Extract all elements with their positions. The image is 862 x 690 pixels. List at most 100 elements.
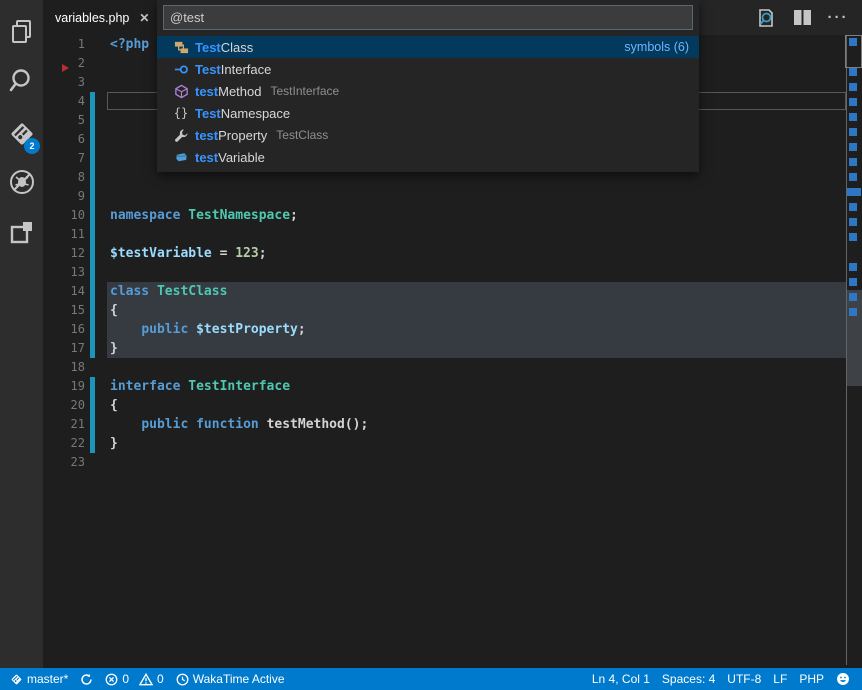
wakatime-label: WakaTime Active [193, 672, 285, 686]
code-line-16[interactable]: 16 public $testProperty; [43, 320, 846, 339]
line-number: 18 [43, 358, 85, 377]
indentation-item[interactable]: Spaces: 4 [656, 668, 721, 690]
code-line-10[interactable]: 10namespace TestNamespace; [43, 206, 846, 225]
language-mode-item[interactable]: PHP [793, 668, 830, 690]
ruler-modified-mark [849, 128, 857, 136]
line-number: 3 [43, 73, 85, 92]
code-line-11[interactable]: 11 [43, 225, 846, 244]
debug-icon[interactable] [0, 162, 43, 202]
code-line-9[interactable]: 9 [43, 187, 846, 206]
ruler-modified-mark [849, 173, 857, 181]
symbol-name: testProperty [195, 128, 267, 143]
code-line-20[interactable]: 20{ [43, 396, 846, 415]
sync-button[interactable] [74, 668, 99, 690]
ruler-modified-mark [849, 83, 857, 91]
symbol-row-testproperty[interactable]: testProperty TestClass [157, 124, 699, 146]
line-number: 10 [43, 206, 85, 225]
code-line-13[interactable]: 13 [43, 263, 846, 282]
split-editor-icon[interactable] [792, 8, 812, 28]
code-text: <?php [110, 35, 149, 54]
symbol-row-testclass[interactable]: TestClasssymbols (6) [157, 36, 699, 58]
feedback-item[interactable] [830, 668, 856, 690]
code-line-14[interactable]: 14class TestClass [43, 282, 846, 301]
encoding-item[interactable]: UTF-8 [721, 668, 767, 690]
line-number: 15 [43, 301, 85, 320]
more-actions-icon[interactable]: ··· [828, 8, 848, 28]
git-modified-gutter [90, 396, 95, 415]
interface-symbol-icon [173, 61, 189, 77]
code-text: $testVariable = 123; [110, 244, 267, 263]
quick-open-input-box [163, 5, 693, 30]
extensions-icon[interactable] [0, 212, 43, 252]
git-modified-gutter [90, 187, 95, 206]
git-branch-icon [10, 673, 23, 686]
git-modified-gutter [90, 339, 95, 358]
symbol-row-testmethod[interactable]: testMethod TestInterface [157, 80, 699, 102]
variable-symbol-icon [173, 149, 189, 165]
symbol-row-testvariable[interactable]: testVariable [157, 146, 699, 168]
git-modified-gutter [90, 168, 95, 187]
ruler-modified-mark [849, 38, 857, 46]
symbol-row-testnamespace[interactable]: {}TestNamespace [157, 102, 699, 124]
open-preview-icon[interactable] [756, 8, 776, 28]
code-line-22[interactable]: 22} [43, 434, 846, 453]
code-text: public function testMethod(); [110, 415, 368, 434]
line-number: 16 [43, 320, 85, 339]
git-branch-item[interactable]: master* [4, 668, 74, 690]
method-symbol-icon [173, 83, 189, 99]
title-actions: ··· [756, 0, 848, 35]
code-line-18[interactable]: 18 [43, 358, 846, 377]
error-count: 0 [122, 672, 129, 686]
explorer-icon[interactable] [0, 12, 43, 52]
code-line-21[interactable]: 21 public function testMethod(); [43, 415, 846, 434]
line-number: 9 [43, 187, 85, 206]
git-modified-gutter [90, 415, 95, 434]
error-icon [105, 673, 118, 686]
quick-open-input[interactable] [170, 10, 686, 25]
problems-item[interactable]: 0 0 [99, 668, 169, 690]
error-marker-icon [62, 64, 69, 72]
code-text: interface TestInterface [110, 377, 290, 396]
symbol-name: TestClass [195, 40, 253, 55]
ruler-modified-mark [849, 113, 857, 121]
ruler-modified-mark [849, 203, 857, 211]
code-line-12[interactable]: 12$testVariable = 123; [43, 244, 846, 263]
line-number: 21 [43, 415, 85, 434]
git-modified-gutter [90, 206, 95, 225]
ruler-modified-mark [849, 218, 857, 226]
symbol-container: TestClass [276, 128, 328, 142]
code-text: } [110, 434, 118, 453]
cursor-position-item[interactable]: Ln 4, Col 1 [586, 668, 656, 690]
code-text: } [110, 339, 118, 358]
eol-item[interactable]: LF [767, 668, 793, 690]
encoding: UTF-8 [727, 672, 761, 686]
line-number: 23 [43, 453, 85, 472]
tab-variables-php[interactable]: variables.php ✕ [43, 0, 168, 35]
code-text: { [110, 301, 118, 320]
overview-ruler-range-highlight [847, 290, 862, 386]
symbol-list: TestClasssymbols (6)TestInterfacetestMet… [157, 36, 699, 168]
symbol-name: testMethod [195, 84, 262, 99]
line-number: 7 [43, 149, 85, 168]
line-number: 1 [43, 35, 85, 54]
tab-label: variables.php [55, 11, 129, 25]
line-number: 17 [43, 339, 85, 358]
code-line-19[interactable]: 19interface TestInterface [43, 377, 846, 396]
status-bar: master* 0 0 [0, 668, 862, 690]
line-number: 6 [43, 130, 85, 149]
search-icon[interactable] [0, 60, 43, 100]
code-line-17[interactable]: 17} [43, 339, 846, 358]
class-symbol-icon [173, 39, 189, 55]
code-line-15[interactable]: 15 { [43, 301, 846, 320]
source-control-icon[interactable]: 2 [0, 114, 43, 154]
code-text: public $testProperty; [110, 320, 306, 339]
wakatime-item[interactable]: WakaTime Active [170, 668, 291, 690]
tab-close-icon[interactable]: ✕ [139, 11, 149, 25]
git-modified-gutter [90, 130, 95, 149]
symbol-container: TestInterface [271, 84, 340, 98]
git-modified-gutter [90, 263, 95, 282]
symbol-row-testinterface[interactable]: TestInterface [157, 58, 699, 80]
ruler-modified-mark [849, 293, 857, 301]
code-line-23[interactable]: 23 [43, 453, 846, 472]
symbol-name: TestInterface [195, 62, 271, 77]
